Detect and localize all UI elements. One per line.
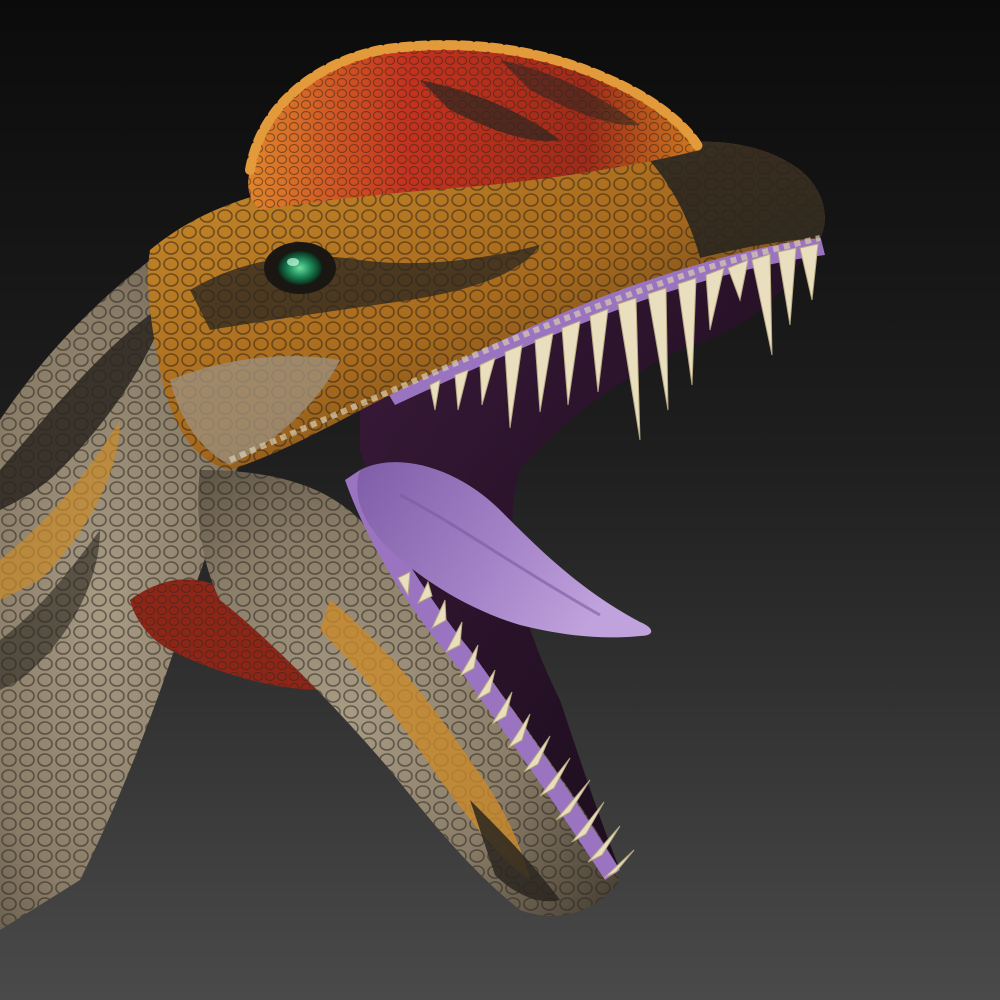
dinosaur-render	[0, 0, 1000, 1000]
eye	[264, 242, 336, 294]
